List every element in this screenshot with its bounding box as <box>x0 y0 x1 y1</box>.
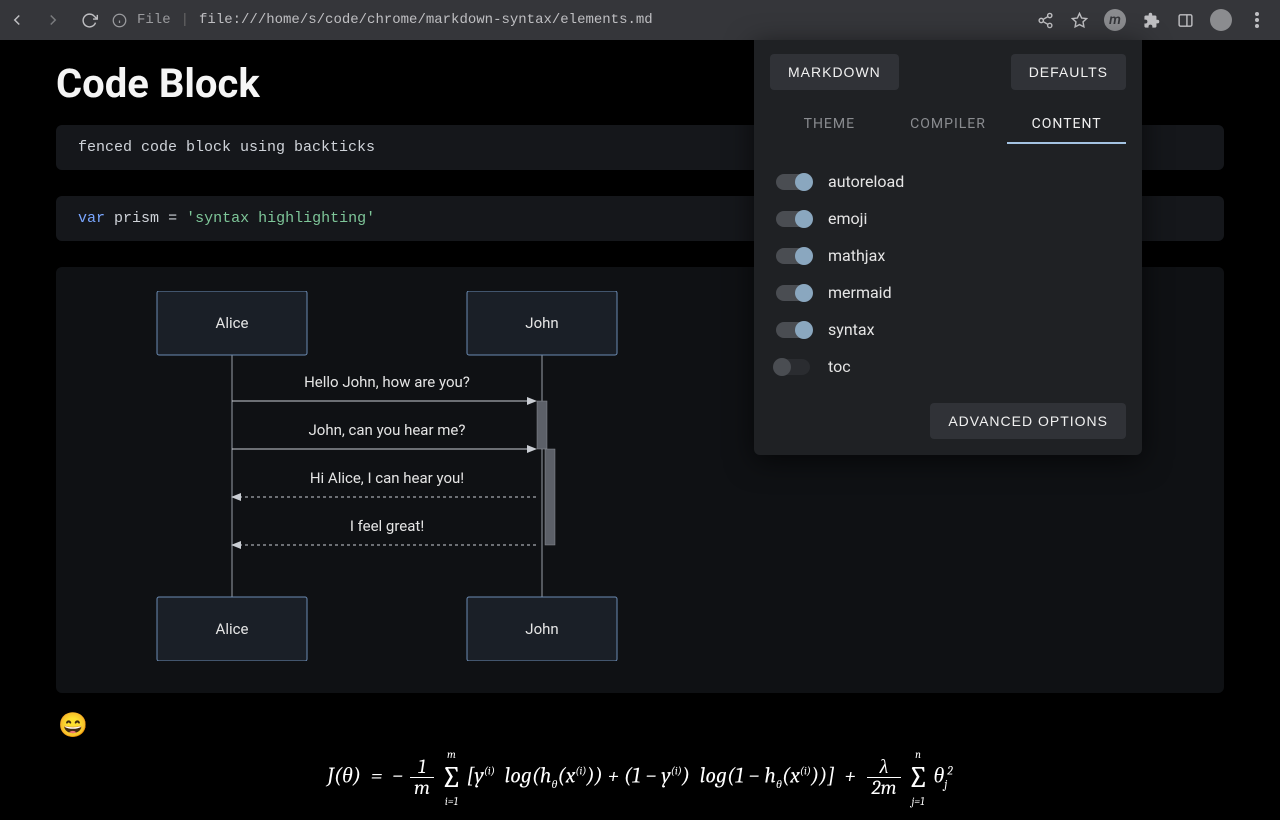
svg-text:Hi Alice, I can hear you!: Hi Alice, I can hear you! <box>310 469 464 487</box>
code-operator: = <box>168 210 177 227</box>
sidepanel-icon[interactable] <box>1176 12 1194 29</box>
address-bar[interactable]: File | file:///home/s/code/chrome/markdo… <box>112 12 1022 28</box>
code-ident: prism <box>114 210 159 227</box>
emoji-output: 😄 <box>56 707 1224 751</box>
toggle-list: autoreload emoji mathjax mermaid syntax toc <box>770 161 1126 403</box>
toggle-row-mermaid: mermaid <box>776 274 1120 311</box>
mathjax-formula: J(θ) = − 1m ∑mi=1 [y(i) log(hθ(x(i))) + … <box>56 751 1224 798</box>
toggle-label-mermaid: mermaid <box>828 283 892 302</box>
back-icon[interactable] <box>8 11 26 29</box>
toggle-label-emoji: emoji <box>828 209 867 228</box>
code-keyword: var <box>78 210 105 227</box>
toggle-mermaid[interactable] <box>776 285 810 301</box>
svg-text:John: John <box>525 620 558 638</box>
advanced-options-button[interactable]: ADVANCED OPTIONS <box>930 403 1126 439</box>
defaults-button[interactable]: DEFAULTS <box>1011 54 1126 90</box>
tab-compiler[interactable]: COMPILER <box>889 108 1008 144</box>
toggle-row-autoreload: autoreload <box>776 163 1120 200</box>
svg-text:Hello John, how are you?: Hello John, how are you? <box>304 373 470 391</box>
share-icon[interactable] <box>1036 12 1054 29</box>
url-scheme: File <box>137 12 171 28</box>
toggle-toc[interactable] <box>776 359 810 375</box>
tab-content[interactable]: CONTENT <box>1007 108 1126 144</box>
toggle-label-syntax: syntax <box>828 320 875 339</box>
profile-avatar-icon[interactable] <box>1210 9 1232 31</box>
toggle-row-syntax: syntax <box>776 311 1120 348</box>
markdown-extension-icon[interactable]: m <box>1104 9 1126 31</box>
kebab-menu-icon[interactable] <box>1248 12 1266 28</box>
svg-text:Alice: Alice <box>216 314 249 332</box>
toggle-label-mathjax: mathjax <box>828 246 885 265</box>
mermaid-svg: Alice John Hello John, how are you? John, c… <box>82 291 642 661</box>
toggle-emoji[interactable] <box>776 211 810 227</box>
toggle-label-toc: toc <box>828 357 851 376</box>
extensions-icon[interactable] <box>1142 12 1160 29</box>
browser-toolbar: File | file:///home/s/code/chrome/markdo… <box>0 0 1280 40</box>
svg-text:I feel great!: I feel great! <box>350 517 424 535</box>
toggle-row-mathjax: mathjax <box>776 237 1120 274</box>
toggle-mathjax[interactable] <box>776 248 810 264</box>
forward-icon[interactable] <box>44 11 62 29</box>
extension-popup: MARKDOWN DEFAULTS THEME COMPILER CONTENT… <box>754 40 1142 455</box>
toggle-row-emoji: emoji <box>776 200 1120 237</box>
info-icon <box>112 13 127 28</box>
svg-text:Alice: Alice <box>216 620 249 638</box>
code-string: 'syntax highlighting' <box>186 210 375 227</box>
tab-theme[interactable]: THEME <box>770 108 889 144</box>
toggle-syntax[interactable] <box>776 322 810 338</box>
svg-text:John, can you hear me?: John, can you hear me? <box>309 421 466 439</box>
markdown-button[interactable]: MARKDOWN <box>770 54 899 90</box>
bookmark-star-icon[interactable] <box>1070 12 1088 29</box>
reload-icon[interactable] <box>80 12 98 29</box>
popup-tabs: THEME COMPILER CONTENT <box>770 108 1126 145</box>
toggle-label-autoreload: autoreload <box>828 172 904 191</box>
url-text: file:///home/s/code/chrome/markdown-synt… <box>199 12 653 28</box>
code-text: fenced code block using backticks <box>78 139 375 156</box>
toggle-row-toc: toc <box>776 348 1120 385</box>
toggle-autoreload[interactable] <box>776 174 810 190</box>
svg-text:John: John <box>525 314 558 332</box>
url-separator: | <box>181 12 189 28</box>
